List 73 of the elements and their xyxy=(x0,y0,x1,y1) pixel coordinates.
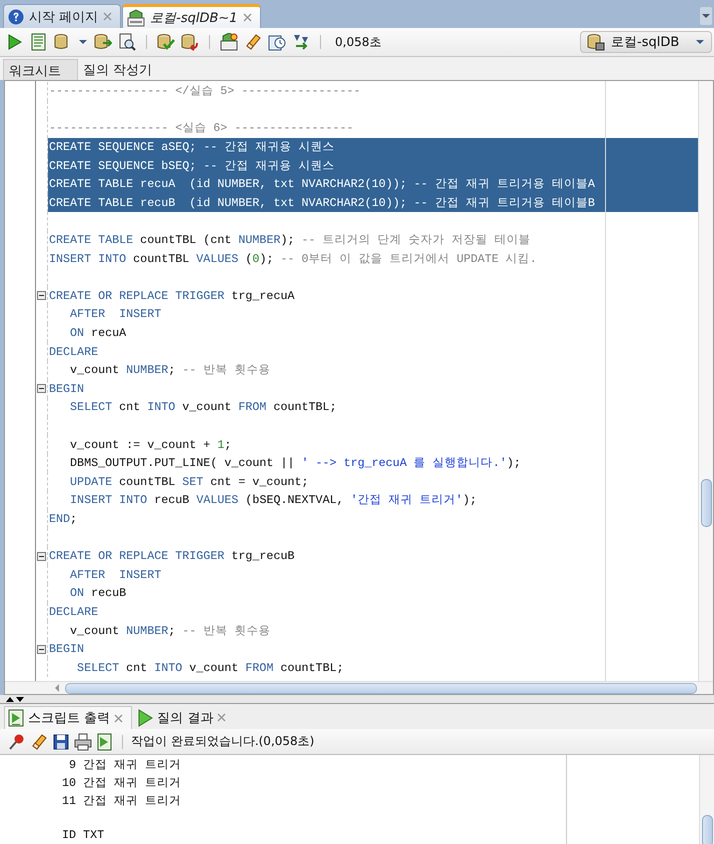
code-line: ON recuB xyxy=(69,585,126,602)
code-line: CREATE TABLE countTBL (cnt NUMBER); -- 트리거의 단계 숫자가 저장될 테이블 xyxy=(49,232,531,248)
collapse-icon[interactable] xyxy=(37,552,46,561)
script-icon[interactable] xyxy=(96,732,114,750)
code-line: CREATE TABLE recuA (id NUMBER, txt NVARCHAR2(10)); -- 간접 재귀 트리거용 테이블A xyxy=(49,176,595,192)
worksheet-tab[interactable]: 워크시트 xyxy=(3,59,78,80)
output-line: 10 간접 재귀 트리거 xyxy=(61,774,182,790)
worksheet-tab[interactable]: 질의 작성기 xyxy=(78,59,158,80)
code-line: INSERT INTO countTBL VALUES (0); -- 0부터 이 값을 트리거에서 UPDATE 시킴. xyxy=(49,250,537,267)
code-line: UPDATE countTBL SET cnt = v_count; xyxy=(69,474,309,490)
code-line: v_count NUMBER; -- 반복 횟수용 xyxy=(69,622,270,639)
code-line: CREATE SEQUENCE aSEQ; -- 간접 재귀용 시퀀스 xyxy=(49,139,334,156)
scroll-thumb[interactable] xyxy=(701,479,712,527)
code-line: BEGIN xyxy=(49,641,84,658)
save-icon[interactable] xyxy=(52,732,70,750)
code-line: SELECT cnt INTO v_count FROM countTBL; xyxy=(69,399,337,416)
eraser-icon[interactable] xyxy=(244,33,262,51)
code-line: CREATE OR REPLACE TRIGGER trg_recuB xyxy=(49,548,294,564)
help-icon xyxy=(8,8,24,24)
script-icon xyxy=(8,709,24,727)
code-line: END; xyxy=(49,510,78,527)
print-icon[interactable] xyxy=(74,732,92,750)
caret-icon xyxy=(695,37,705,47)
dropdown-caret-icon[interactable] xyxy=(700,7,712,25)
magnifier-document-icon[interactable] xyxy=(118,33,136,51)
left-arrow-icon[interactable] xyxy=(53,683,61,693)
code-line: DBMS_OUTPUT.PUT_LINE( v_count || ' --> trg_recuA 를 실행합니다.'); xyxy=(69,455,521,472)
code-line: CREATE SEQUENCE bSEQ; -- 간접 재귀용 시퀀스 xyxy=(49,158,334,174)
database-arrow-icon[interactable] xyxy=(94,33,112,51)
clock-icon[interactable] xyxy=(268,33,286,51)
database-undo-icon[interactable] xyxy=(181,33,199,51)
code-line: INSERT INTO recuB VALUES (bSEQ.NEXTVAL, '간접 재귀 트리거'); xyxy=(69,492,477,508)
code-line: BEGIN xyxy=(49,380,84,397)
horizontal-scrollbar[interactable] xyxy=(5,681,713,694)
document-tab[interactable]: 로컬-sqlDB~1 xyxy=(122,4,261,28)
code-line: CREATE OR REPLACE TRIGGER trg_recuA xyxy=(49,288,294,304)
code-line: ----------------- <실습 6> ----------------- xyxy=(49,120,354,136)
code-line: SELECT cnt INTO v_count FROM countTBL; xyxy=(76,660,344,676)
code-line: DECLARE xyxy=(49,604,98,620)
close-icon[interactable] xyxy=(242,13,252,22)
code-line: CREATE TABLE recuB (id NUMBER, txt NVARCHAR2(10)); -- 간접 재귀 트리거용 테이블B xyxy=(49,194,595,211)
status-message: 작업이 완료되었습니다.(0,058초) xyxy=(131,733,314,750)
output-line: 11 간접 재귀 트리거 xyxy=(61,792,182,808)
column-header: ID TXT xyxy=(61,828,104,842)
eraser-icon[interactable] xyxy=(30,732,48,750)
scroll-thumb[interactable] xyxy=(702,815,713,844)
code-line: ----------------- </실습 5> ----------------- xyxy=(49,83,361,100)
play-icon xyxy=(137,708,154,726)
code-line: v_count NUMBER; -- 반복 횟수용 xyxy=(69,362,270,378)
output-line: 9 간접 재귀 트리거 xyxy=(68,756,182,772)
collapse-icon[interactable] xyxy=(37,291,46,300)
database-icon xyxy=(587,33,605,51)
scroll-thumb[interactable] xyxy=(65,682,697,694)
elapsed-time: 0,058초 xyxy=(335,34,382,50)
database-check-icon[interactable] xyxy=(157,33,175,51)
swap-icon[interactable] xyxy=(292,33,310,51)
output-tab[interactable]: 스크립트 출력 xyxy=(4,706,132,729)
code-line: AFTER INSERT xyxy=(69,566,162,583)
collapse-icon[interactable] xyxy=(37,644,46,654)
close-icon[interactable] xyxy=(114,714,124,722)
vertical-scrollbar[interactable] xyxy=(699,755,714,844)
collapse-icon[interactable] xyxy=(37,384,46,394)
document-tab[interactable]: 시작 페이지 xyxy=(3,4,122,28)
connection-dropdown[interactable]: 로컬-sqlDB xyxy=(580,31,712,53)
code-line: DECLARE xyxy=(49,344,98,360)
run-icon[interactable] xyxy=(6,33,24,51)
script-icon[interactable] xyxy=(30,33,48,51)
vertical-scrollbar[interactable] xyxy=(698,81,713,681)
output-tab[interactable]: 질의 결과 xyxy=(134,706,234,729)
code-line: AFTER INSERT xyxy=(69,306,162,322)
code-line: ON recuA xyxy=(69,325,126,342)
pin-icon[interactable] xyxy=(8,732,26,750)
code-line: v_count := v_count + 1; xyxy=(69,436,232,453)
